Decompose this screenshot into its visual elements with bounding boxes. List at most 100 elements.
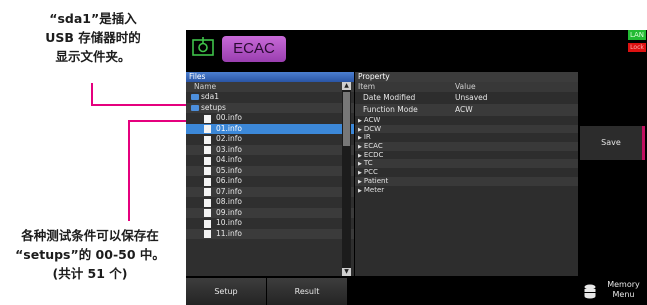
folder-label: sda1: [201, 92, 220, 101]
property-row-date-modified: Date Modified Unsaved: [355, 92, 578, 104]
tree-item-acw[interactable]: ▶ ACW: [355, 116, 578, 125]
expand-arrow-icon: ▶: [358, 118, 362, 124]
file-icon: [204, 219, 211, 228]
file-label: 02.info: [216, 134, 242, 143]
property-value: ACW: [455, 105, 473, 114]
file-07-info[interactable]: 07.info: [186, 186, 354, 197]
tree-item-ecac[interactable]: ▶ ECAC: [355, 142, 578, 151]
tree-label: ECAC: [363, 142, 383, 151]
file-05-info[interactable]: 05.info: [186, 165, 354, 176]
folder-setups[interactable]: setups: [186, 102, 354, 113]
expand-arrow-icon: ▶: [358, 126, 362, 133]
file-icon: [204, 135, 211, 144]
result-button[interactable]: Result: [267, 278, 347, 305]
property-row-function-mode: Function Mode ACW: [355, 104, 578, 116]
tree-item-patient[interactable]: ▶ Patient: [355, 176, 578, 186]
file-09-info[interactable]: 09.info: [186, 207, 354, 218]
setup-button[interactable]: Setup: [186, 278, 266, 305]
file-icon: [204, 167, 211, 175]
scroll-up-icon[interactable]: ▲: [342, 82, 351, 90]
files-scrollbar[interactable]: ▲ ▼: [342, 82, 351, 276]
scroll-thumb[interactable]: [343, 92, 350, 146]
file-label: 04.info: [216, 155, 242, 164]
file-03-info[interactable]: 03.info: [186, 144, 354, 155]
file-icon: [204, 177, 211, 186]
memory-stack-icon[interactable]: [584, 284, 596, 299]
file-icon: [204, 188, 211, 196]
property-col-value: Value: [455, 82, 476, 91]
file-11-info[interactable]: 11.info: [186, 228, 354, 239]
callout-line-sda1: [91, 83, 93, 106]
tree-label: ACW: [363, 116, 381, 124]
file-label: 03.info: [216, 144, 242, 154]
folder-sda1[interactable]: sda1: [186, 92, 354, 103]
annotation-line: “setups”的 00-50 中。: [15, 247, 165, 262]
tree-label: Meter: [363, 185, 385, 194]
instrument-logo-icon: [192, 37, 214, 56]
annotation-line: USB 存储器时的: [45, 30, 141, 45]
tree-item-dcw[interactable]: ▶ DCW: [355, 124, 578, 134]
property-item: Function Mode: [363, 105, 418, 114]
lan-indicator: LAN: [628, 30, 646, 40]
property-pane: Property Item Value Date Modified Unsave…: [355, 72, 578, 276]
folder-open-icon: [191, 104, 199, 111]
file-08-info[interactable]: 08.info: [186, 197, 354, 208]
save-button[interactable]: Save: [580, 126, 645, 160]
property-col-item: Item: [358, 82, 376, 91]
callout-line-sda1: [91, 104, 197, 106]
file-00-info[interactable]: 00.info: [186, 113, 354, 124]
file-label: 06.info: [216, 176, 242, 185]
file-icon: [204, 198, 211, 207]
annotation-line: (共计 51 个): [52, 266, 128, 281]
annotation-line: 显示文件夹。: [55, 49, 131, 64]
tree-label: DCW: [363, 124, 382, 133]
expand-arrow-icon: ▶: [358, 161, 362, 168]
tree-label: IR: [363, 133, 371, 142]
file-icon: [204, 125, 211, 133]
tree-item-meter[interactable]: ▶ Meter: [355, 186, 578, 195]
file-label: 08.info: [216, 197, 242, 206]
file-01-info[interactable]: 01.info: [186, 123, 354, 134]
memory-menu-button[interactable]: Memory Menu: [600, 280, 647, 300]
expand-arrow-icon: ▶: [358, 135, 362, 142]
files-pane: Files Name sda1 setups 00.info 01.info 0…: [186, 72, 354, 276]
property-item: Date Modified: [363, 93, 416, 102]
property-column-header: Item Value: [355, 82, 578, 92]
annotation-setups: 各种测试条件可以保存在 “setups”的 00-50 中。 (共计 51 个): [4, 226, 176, 283]
folder-label: setups: [201, 102, 226, 112]
tree-item-tc[interactable]: ▶ TC: [355, 159, 578, 169]
tree-label: ECDC: [363, 150, 384, 159]
file-label: 05.info: [216, 165, 242, 175]
file-label: 07.info: [216, 186, 242, 196]
annotation-line: “sda1”是插入: [49, 11, 137, 26]
callout-line-setups: [128, 120, 130, 221]
device-screen: ECAC LAN Lock Files Name sda1 setups 00.…: [186, 30, 647, 305]
property-value: Unsaved: [455, 93, 488, 102]
tree-item-pcc[interactable]: ▶ PCC: [355, 168, 578, 177]
file-icon: [204, 156, 211, 165]
expand-arrow-icon: ▶: [358, 170, 362, 177]
folder-icon: [191, 94, 199, 100]
tree-label: Patient: [363, 176, 389, 185]
file-icon: [204, 209, 211, 217]
tree-item-ecdc[interactable]: ▶ ECDC: [355, 151, 578, 160]
tree-item-ir[interactable]: ▶ IR: [355, 133, 578, 142]
scroll-down-icon[interactable]: ▼: [342, 268, 351, 276]
file-06-info[interactable]: 06.info: [186, 176, 354, 187]
annotation-line: 各种测试条件可以保存在: [21, 228, 159, 243]
tree-label: PCC: [363, 168, 378, 177]
expand-arrow-icon: ▶: [358, 178, 362, 185]
property-pane-title: Property: [355, 72, 578, 82]
file-label: 00.info: [216, 113, 242, 122]
bottom-bar: Setup Result Memory Menu: [186, 278, 647, 305]
annotation-sda1: “sda1”是插入 USB 存储器时的 显示文件夹。: [18, 9, 168, 66]
file-label: 01.info: [216, 123, 242, 133]
file-02-info[interactable]: 02.info: [186, 134, 354, 145]
memory-label-line2: Menu: [612, 290, 635, 299]
expand-arrow-icon: ▶: [358, 187, 362, 194]
tree-label: TC: [363, 159, 373, 168]
file-label: 10.info: [216, 218, 242, 227]
file-10-info[interactable]: 10.info: [186, 218, 354, 229]
file-04-info[interactable]: 04.info: [186, 155, 354, 166]
lock-indicator: Lock: [628, 43, 646, 52]
